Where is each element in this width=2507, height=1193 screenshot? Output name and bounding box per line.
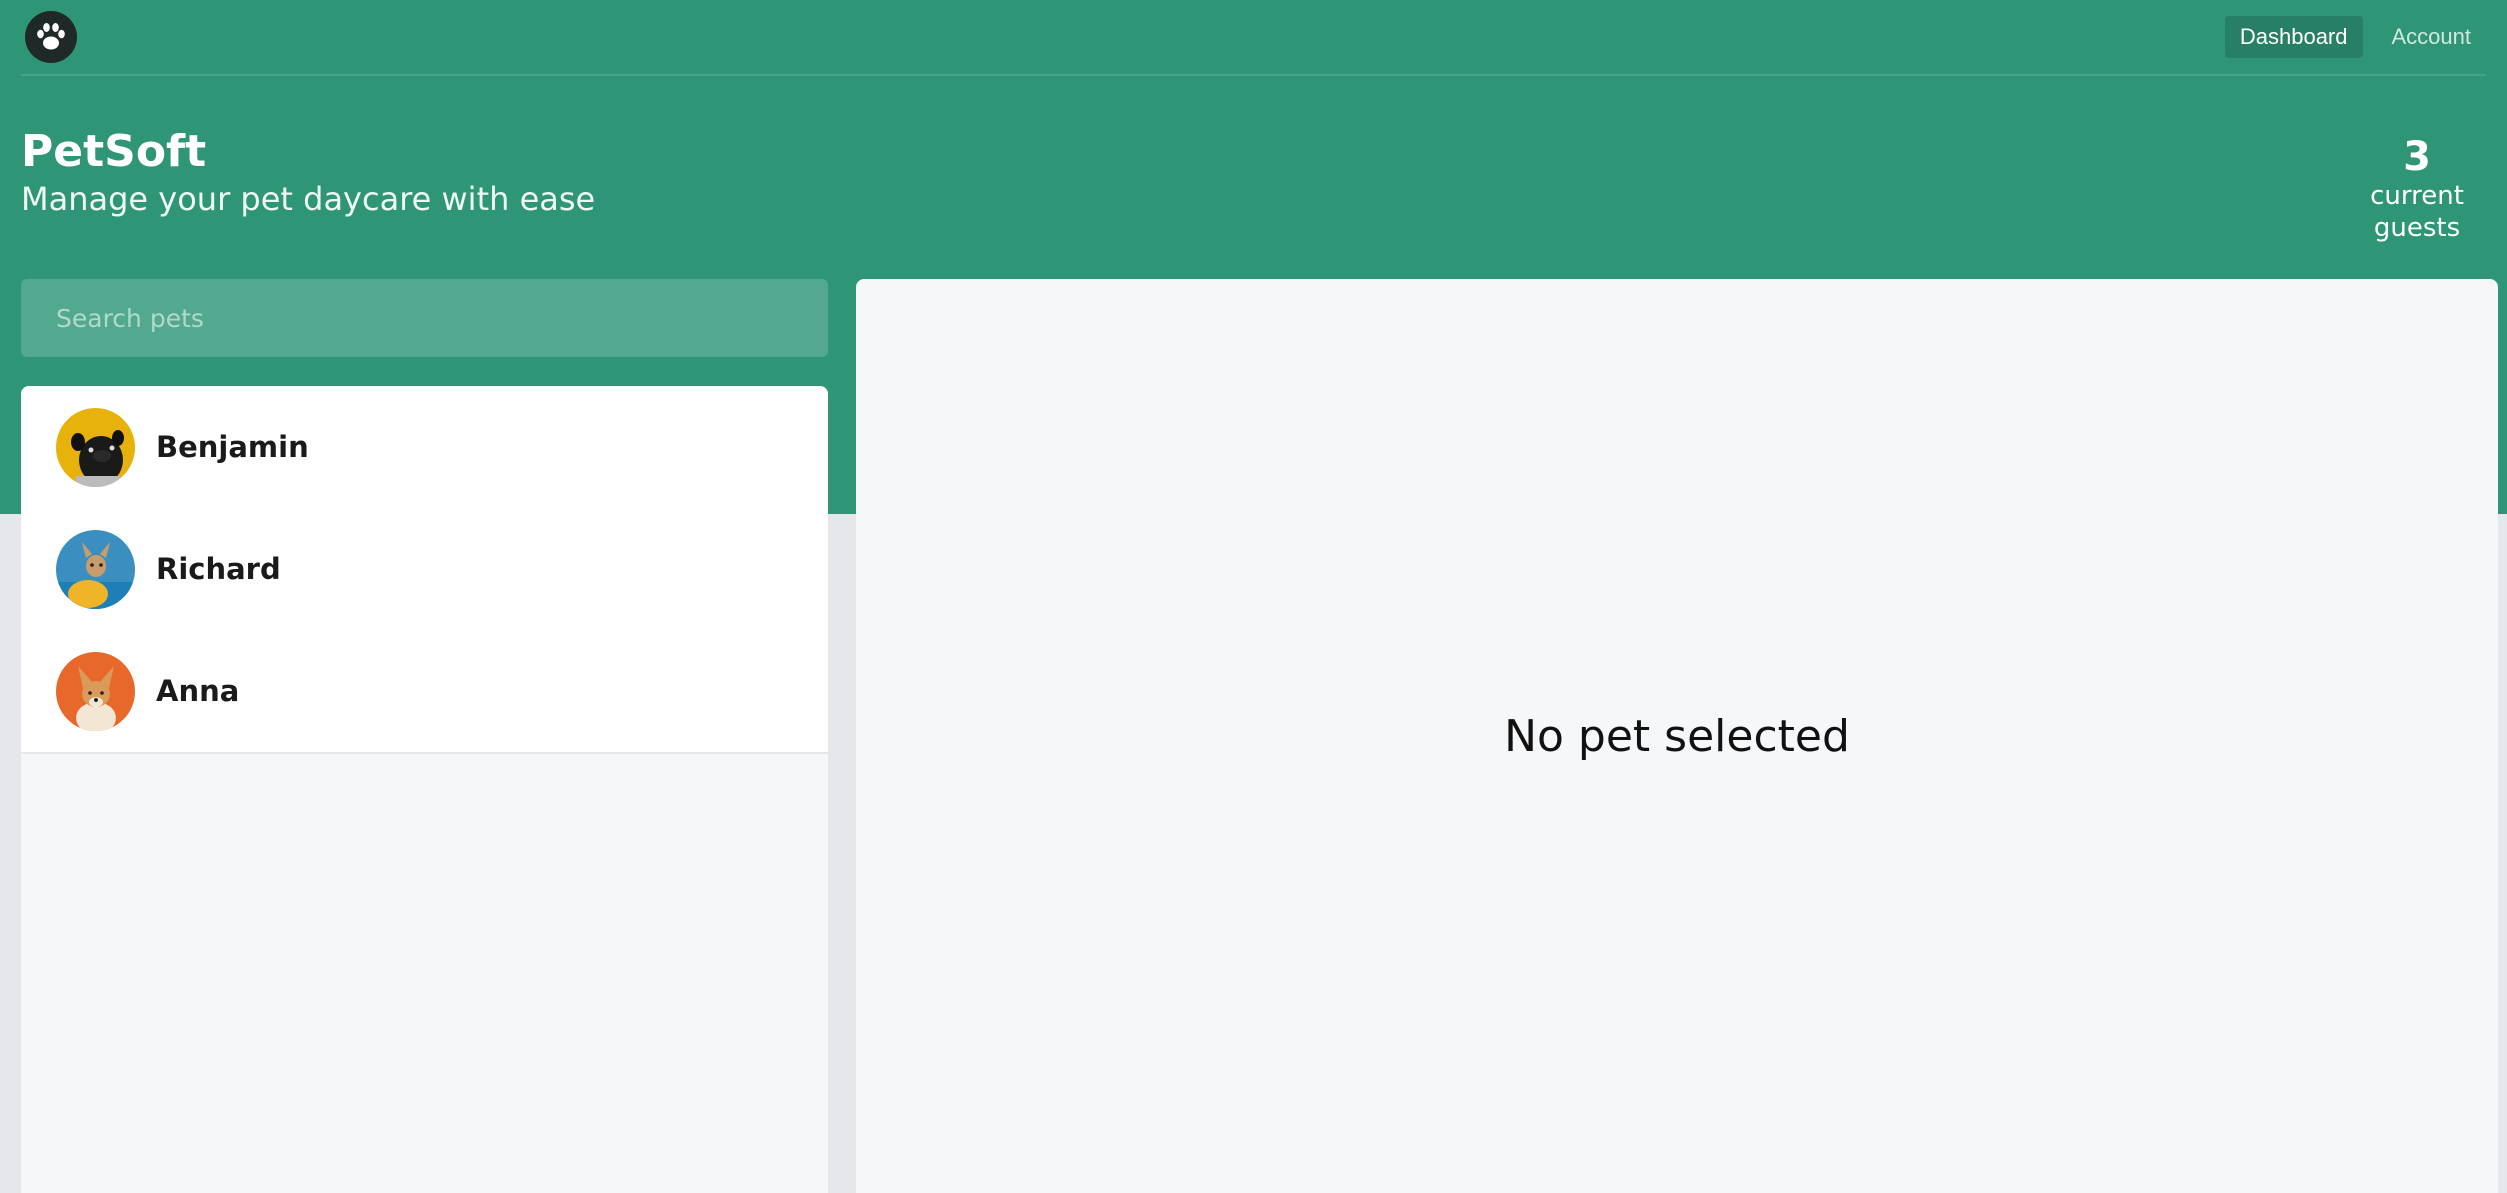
chihuahua-avatar <box>56 529 135 609</box>
pug-avatar <box>56 407 135 487</box>
pet-name: Richard <box>156 552 281 586</box>
pet-list: Benjamin Richard Anna <box>21 386 828 754</box>
corgi-avatar <box>56 651 135 731</box>
navbar: Dashboard Account <box>21 0 2486 76</box>
pet-name: Benjamin <box>156 430 309 464</box>
pet-list-item-benjamin[interactable]: Benjamin <box>21 386 828 508</box>
pet-list-item-anna[interactable]: Anna <box>21 630 828 752</box>
app-subtitle: Manage your pet daycare with ease <box>21 180 596 218</box>
app-title: PetSoft <box>21 126 207 177</box>
nav-link-account[interactable]: Account <box>2377 16 2487 58</box>
guest-count-label: current guests <box>2370 181 2464 243</box>
empty-state-message: No pet selected <box>1504 710 1850 762</box>
paw-icon[interactable] <box>25 11 77 63</box>
branding: PetSoft Manage your pet daycare with eas… <box>21 125 595 219</box>
guest-stats: 3 current guests <box>2327 134 2507 244</box>
pet-list-panel: Benjamin Richard Anna <box>21 386 828 1193</box>
search-placeholder: Search pets <box>56 303 204 333</box>
pet-name: Anna <box>156 674 240 708</box>
pet-list-item-richard[interactable]: Richard <box>21 508 828 630</box>
pet-details-panel: No pet selected <box>856 279 2498 1193</box>
guest-count: 3 <box>2403 134 2431 180</box>
nav-link-dashboard[interactable]: Dashboard <box>2224 16 2363 58</box>
search-input[interactable]: Search pets <box>21 279 828 357</box>
nav-links: Dashboard Account <box>2224 16 2487 58</box>
